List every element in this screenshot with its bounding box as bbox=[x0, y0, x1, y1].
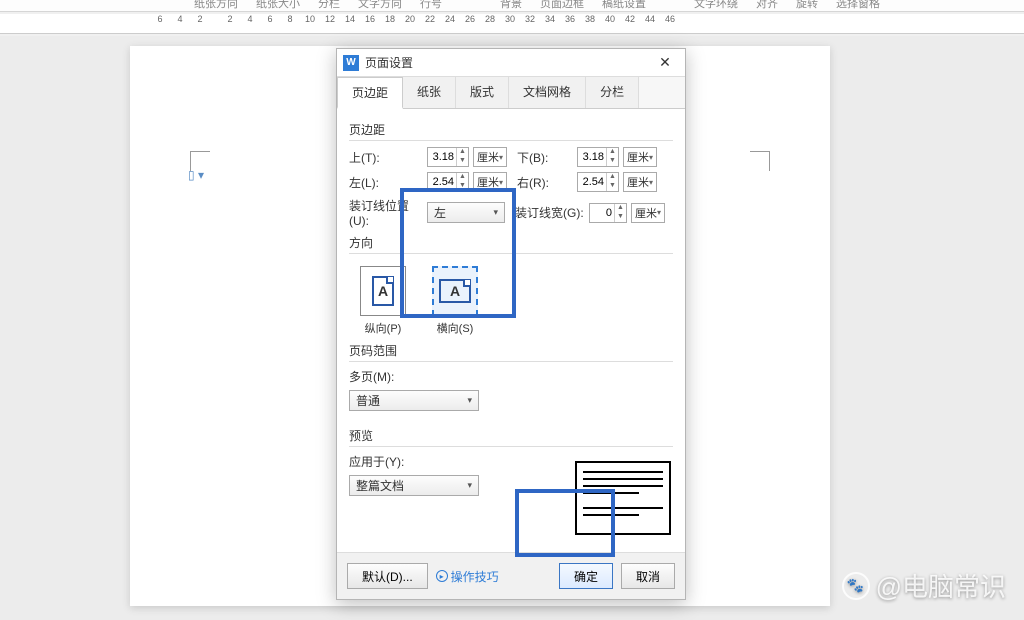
margin-corner-icon bbox=[750, 151, 770, 171]
horizontal-ruler: 6 4 2 24 68 1012 1416 1820 2224 2628 303… bbox=[0, 14, 1024, 34]
tab-columns[interactable]: 分栏 bbox=[586, 77, 639, 108]
cancel-button[interactable]: 取消 bbox=[621, 563, 675, 589]
top-margin-unit[interactable]: 厘米 bbox=[473, 147, 507, 167]
page-setup-dialog: W 页面设置 ✕ 页边距 纸张 版式 文档网格 分栏 页边距 上(T): ▲▼ … bbox=[336, 48, 686, 600]
ribbon-item[interactable]: 纸张大小 bbox=[252, 0, 304, 11]
ribbon-item[interactable]: 旋转 bbox=[792, 0, 822, 11]
tab-paper[interactable]: 纸张 bbox=[403, 77, 456, 108]
close-button[interactable]: ✕ bbox=[651, 49, 679, 77]
right-margin-label: 右(R): bbox=[517, 174, 573, 191]
ribbon-item[interactable]: 对齐 bbox=[752, 0, 782, 11]
gutter-position-label: 装订线位置(U): bbox=[349, 197, 423, 228]
bottom-margin-input[interactable]: ▲▼ bbox=[577, 147, 619, 167]
orientation-section-label: 方向 bbox=[349, 234, 673, 251]
margins-section-label: 页边距 bbox=[349, 121, 673, 138]
ribbon-toolbar: 纸张方向 纸张大小 分栏 文字方向 行号 背景 页面边框 稿纸设置 文字环绕 对… bbox=[0, 0, 1024, 12]
dialog-titlebar: W 页面设置 ✕ bbox=[337, 49, 685, 77]
preview-section-label: 预览 bbox=[349, 427, 673, 444]
top-margin-label: 上(T): bbox=[349, 149, 423, 166]
ribbon-item[interactable]: 稿纸设置 bbox=[598, 0, 650, 11]
bottom-margin-unit[interactable]: 厘米 bbox=[623, 147, 657, 167]
ribbon-item[interactable]: 分栏 bbox=[314, 0, 344, 11]
ok-button[interactable]: 确定 bbox=[559, 563, 613, 589]
preview-thumbnail bbox=[575, 461, 671, 535]
apply-to-label: 应用于(Y): bbox=[349, 453, 404, 470]
ribbon-item[interactable]: 纸张方向 bbox=[190, 0, 242, 11]
apply-to-select[interactable]: 整篇文档 bbox=[349, 475, 479, 496]
ribbon-item[interactable]: 页面边框 bbox=[536, 0, 588, 11]
multi-page-label: 多页(M): bbox=[349, 368, 394, 385]
play-icon: ▸ bbox=[436, 570, 448, 582]
multi-page-select[interactable]: 普通 bbox=[349, 390, 479, 411]
tab-margins[interactable]: 页边距 bbox=[337, 77, 403, 109]
ribbon-item[interactable]: 选择窗格 bbox=[832, 0, 884, 11]
app-icon: W bbox=[343, 55, 359, 71]
right-margin-unit[interactable]: 厘米 bbox=[623, 172, 657, 192]
orientation-portrait[interactable]: A 纵向(P) bbox=[355, 266, 411, 336]
gutter-width-unit[interactable]: 厘米 bbox=[631, 203, 665, 223]
default-button[interactable]: 默认(D)... bbox=[347, 563, 428, 589]
dialog-tabs: 页边距 纸张 版式 文档网格 分栏 bbox=[337, 77, 685, 109]
ribbon-item[interactable]: 背景 bbox=[496, 0, 526, 11]
tab-grid[interactable]: 文档网格 bbox=[509, 77, 586, 108]
paragraph-mark-icon: ▯ ▾ bbox=[188, 168, 204, 182]
tab-layout[interactable]: 版式 bbox=[456, 77, 509, 108]
bottom-margin-label: 下(B): bbox=[517, 149, 573, 166]
tips-link[interactable]: ▸操作技巧 bbox=[436, 568, 499, 585]
orientation-landscape[interactable]: A 横向(S) bbox=[427, 266, 483, 336]
gutter-width-label: 装订线宽(G): bbox=[515, 204, 585, 221]
gutter-position-select[interactable]: 左 bbox=[427, 202, 505, 223]
ribbon-item[interactable]: 文字环绕 bbox=[690, 0, 742, 11]
right-margin-input[interactable]: ▲▼ bbox=[577, 172, 619, 192]
left-margin-unit[interactable]: 厘米 bbox=[473, 172, 507, 192]
watermark: 🐾 @电脑常识 bbox=[842, 567, 1006, 604]
left-margin-label: 左(L): bbox=[349, 174, 423, 191]
ribbon-item[interactable]: 文字方向 bbox=[354, 0, 406, 11]
gutter-width-input[interactable]: ▲▼ bbox=[589, 203, 627, 223]
page-range-section-label: 页码范围 bbox=[349, 342, 673, 359]
dialog-footer: 默认(D)... ▸操作技巧 确定 取消 bbox=[337, 552, 685, 599]
paw-icon: 🐾 bbox=[842, 572, 870, 600]
top-margin-input[interactable]: ▲▼ bbox=[427, 147, 469, 167]
ribbon-item[interactable]: 行号 bbox=[416, 0, 446, 11]
left-margin-input[interactable]: ▲▼ bbox=[427, 172, 469, 192]
dialog-title: 页面设置 bbox=[365, 54, 651, 71]
